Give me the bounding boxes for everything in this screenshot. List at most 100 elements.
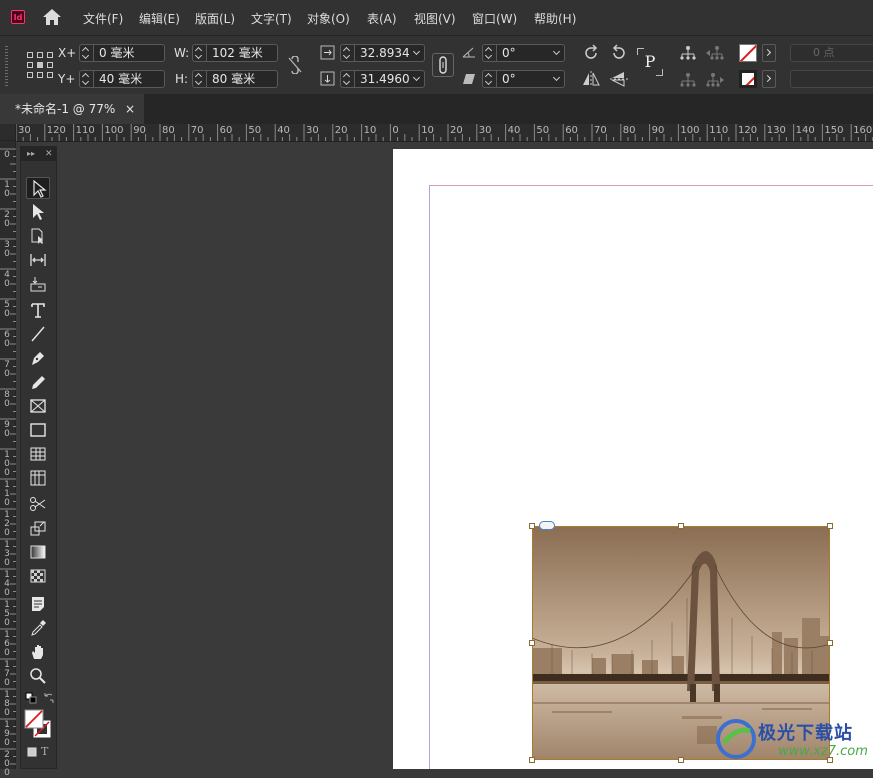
- rectangle-frame-tool[interactable]: [26, 395, 50, 417]
- flip-horizontal-icon[interactable]: [581, 70, 601, 88]
- constrain-proportions-icon[interactable]: [287, 56, 303, 74]
- scale-x-stepper[interactable]: [340, 44, 354, 62]
- fill-none-swatch[interactable]: [739, 44, 757, 62]
- shear-angle-icon: [462, 73, 476, 85]
- ruler-origin[interactable]: [0, 124, 16, 141]
- handle-bottom-center[interactable]: [678, 757, 684, 763]
- w-field[interactable]: 102 毫米: [206, 44, 278, 62]
- default-colors-icon[interactable]: [25, 692, 37, 704]
- handle-top-left[interactable]: [529, 523, 535, 529]
- handle-bottom-left[interactable]: [529, 757, 535, 763]
- scissors-tool[interactable]: [26, 493, 50, 515]
- rotate-cw-icon[interactable]: [581, 43, 601, 63]
- x-stepper[interactable]: [79, 44, 93, 62]
- y-field[interactable]: 40 毫米: [93, 70, 165, 88]
- type-tool[interactable]: [26, 299, 50, 321]
- handle-top-center[interactable]: [678, 523, 684, 529]
- reference-p-icon[interactable]: P: [637, 48, 663, 76]
- select-content-icon[interactable]: [679, 72, 697, 88]
- rotate-dropdown[interactable]: [551, 44, 565, 62]
- menu-layout[interactable]: 版面(L): [195, 10, 235, 27]
- pencil-tool[interactable]: [26, 371, 50, 393]
- ruler-label: 180: [4, 690, 10, 718]
- constrain-scale-icon[interactable]: [432, 53, 454, 77]
- h-stepper[interactable]: [192, 70, 206, 88]
- pen-tool[interactable]: [26, 347, 50, 369]
- menu-type[interactable]: 文字(T): [251, 10, 292, 27]
- y-stepper[interactable]: [79, 70, 93, 88]
- reference-point-icon[interactable]: [27, 52, 53, 78]
- column-table-tool[interactable]: [26, 467, 50, 489]
- vertical-ruler[interactable]: 0 10 20 30 40 50 60 70 80 90 100 110 120 130 140 150 160…: [0, 141, 16, 778]
- rectangle-tool[interactable]: [26, 419, 50, 441]
- menu-help[interactable]: 帮助(H): [534, 10, 576, 27]
- ruler-label: 60: [4, 330, 10, 349]
- rotate-field[interactable]: 0°: [496, 44, 552, 62]
- rotate-ccw-icon[interactable]: [609, 43, 629, 63]
- handle-middle-left[interactable]: [529, 640, 535, 646]
- scale-y-dropdown[interactable]: [411, 70, 425, 88]
- formatting-container-icon[interactable]: [27, 747, 37, 757]
- content-collector-tool[interactable]: [26, 273, 50, 295]
- stroke-none-swatch[interactable]: [739, 70, 757, 88]
- scale-x-dropdown[interactable]: [411, 44, 425, 62]
- menu-window[interactable]: 窗口(W): [472, 10, 517, 27]
- formatting-text-icon[interactable]: T: [41, 745, 48, 758]
- ruler-label: 110: [709, 125, 729, 136]
- panel-grip[interactable]: [5, 46, 8, 86]
- select-next-icon[interactable]: [705, 72, 725, 88]
- home-icon[interactable]: [41, 8, 63, 26]
- handle-middle-right[interactable]: [827, 640, 833, 646]
- eyedropper-tool[interactable]: [26, 617, 50, 639]
- ruler-label: 30: [18, 125, 31, 136]
- zoom-tool[interactable]: [26, 665, 50, 687]
- hand-tool[interactable]: [26, 641, 50, 663]
- handle-top-right[interactable]: [827, 523, 833, 529]
- collapse-icon[interactable]: ▸▸: [27, 147, 35, 161]
- h-field[interactable]: 80 毫米: [206, 70, 278, 88]
- line-tool[interactable]: [26, 323, 50, 345]
- horizontal-ruler[interactable]: 30 120 110 100 90 80 70 60 50 40 30 20 10 0 10 20 30 40 50…: [16, 124, 873, 142]
- note-tool[interactable]: [26, 593, 50, 615]
- ruler-label: 200: [4, 750, 10, 778]
- ruler-label: 70: [4, 360, 10, 379]
- shear-stepper[interactable]: [482, 70, 496, 88]
- table-tool[interactable]: [26, 443, 50, 465]
- close-icon[interactable]: ×: [123, 94, 137, 124]
- menu-object[interactable]: 对象(O): [307, 10, 350, 27]
- fill-menu-button[interactable]: [762, 44, 776, 62]
- select-previous-icon[interactable]: [705, 45, 725, 61]
- fill-stroke-proxy[interactable]: [24, 709, 52, 739]
- w-label: W:: [174, 46, 190, 60]
- x-field[interactable]: 0 毫米: [93, 44, 165, 62]
- select-container-icon[interactable]: [679, 45, 697, 61]
- gradient-swatch-tool[interactable]: [26, 541, 50, 563]
- scale-y-stepper[interactable]: [340, 70, 354, 88]
- page-tool[interactable]: [26, 225, 50, 247]
- menu-view[interactable]: 视图(V): [414, 10, 456, 27]
- shear-field[interactable]: 0°: [496, 70, 552, 88]
- control-panel: X+ 0 毫米 Y+ 40 毫米 W: 102 毫米 H: 80 毫米 32.8…: [0, 35, 873, 94]
- menu-table[interactable]: 表(A): [367, 10, 397, 27]
- free-transform-tool[interactable]: [26, 517, 50, 539]
- gap-tool[interactable]: [26, 249, 50, 271]
- ruler-label: 80: [4, 390, 10, 409]
- link-icon[interactable]: [539, 521, 555, 530]
- direct-selection-tool[interactable]: [26, 201, 50, 223]
- swap-colors-icon[interactable]: [43, 692, 55, 704]
- stroke-menu-button[interactable]: [762, 70, 776, 88]
- scale-y-field[interactable]: 31.4960: [354, 70, 412, 88]
- tools-panel-header[interactable]: ▸▸ ✕: [21, 147, 56, 161]
- menu-edit[interactable]: 编辑(E): [139, 10, 180, 27]
- w-stepper[interactable]: [192, 44, 206, 62]
- gradient-feather-tool[interactable]: [26, 565, 50, 587]
- rotate-stepper[interactable]: [482, 44, 496, 62]
- menu-file[interactable]: 文件(F): [83, 10, 123, 27]
- ruler-label: 120: [46, 125, 66, 136]
- close-panel-icon[interactable]: ✕: [45, 147, 53, 161]
- shear-dropdown[interactable]: [551, 70, 565, 88]
- ruler-label: 140: [795, 125, 815, 136]
- selection-tool[interactable]: [26, 177, 50, 199]
- scale-x-field[interactable]: 32.8934: [354, 44, 412, 62]
- flip-vertical-icon[interactable]: [609, 70, 629, 88]
